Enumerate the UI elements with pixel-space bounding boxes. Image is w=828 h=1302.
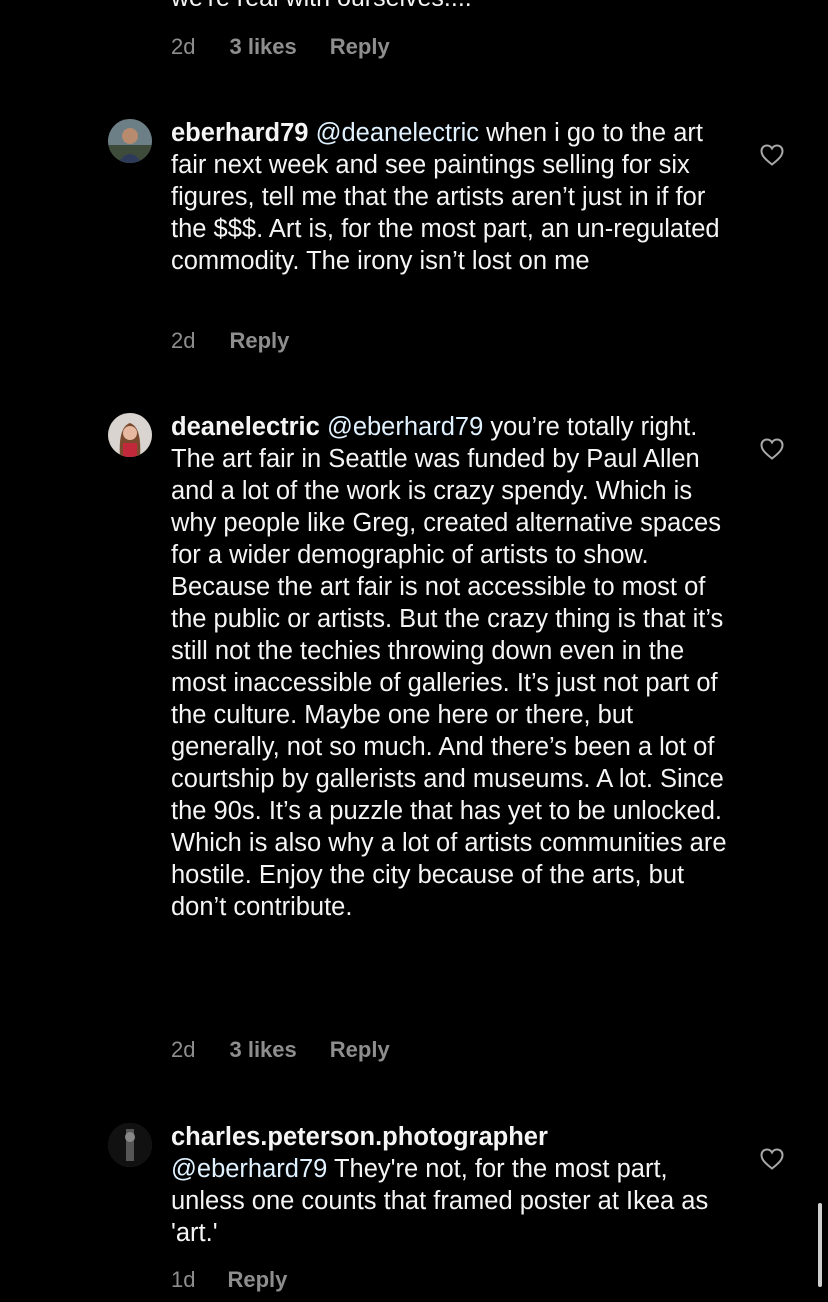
comment-time: 2d (171, 34, 196, 59)
reply-button[interactable]: Reply (330, 34, 390, 60)
comment-username[interactable]: charles.peterson.photographer (171, 1123, 548, 1151)
comment-mention[interactable]: @eberhard79 (171, 1155, 327, 1183)
avatar[interactable] (108, 119, 152, 163)
comment-username[interactable]: deanelectric (171, 413, 320, 441)
heart-icon[interactable] (759, 1147, 785, 1171)
comment-username[interactable]: eberhard79 (171, 119, 309, 147)
reply-button[interactable]: Reply (229, 328, 289, 354)
previous-comment-text: we're real with ourselves.... (171, 0, 472, 14)
comment-body: charles.peterson.photographer @eberhard7… (171, 1121, 731, 1249)
comment-time: 2d (171, 1037, 196, 1062)
scrollbar[interactable] (818, 1203, 822, 1287)
avatar[interactable] (108, 413, 152, 457)
comment-mention[interactable]: @deanelectric (316, 119, 479, 147)
comment-meta: 1d Reply (171, 1267, 287, 1293)
heart-icon[interactable] (759, 143, 785, 167)
comment-mention[interactable]: @eberhard79 (327, 413, 483, 441)
reply-button[interactable]: Reply (330, 1037, 390, 1063)
heart-icon[interactable] (759, 437, 785, 461)
comment-meta: 2d Reply (171, 328, 289, 354)
comment-body: eberhard79 @deanelectric when i go to th… (171, 117, 731, 277)
comment-meta: 2d 3 likes Reply (171, 1037, 390, 1063)
comment-time: 1d (171, 1267, 196, 1292)
comment-body: deanelectric @eberhard79 you’re totally … (171, 411, 731, 923)
comment-text: you’re totally right. The art fair in Se… (171, 413, 727, 921)
reply-button[interactable]: Reply (227, 1267, 287, 1293)
comment-likes[interactable]: 3 likes (229, 34, 296, 60)
comment-likes[interactable]: 3 likes (229, 1037, 296, 1063)
avatar[interactable] (108, 1123, 152, 1167)
comment-time: 2d (171, 328, 196, 353)
previous-comment-meta: 2d 3 likes Reply (171, 34, 390, 60)
